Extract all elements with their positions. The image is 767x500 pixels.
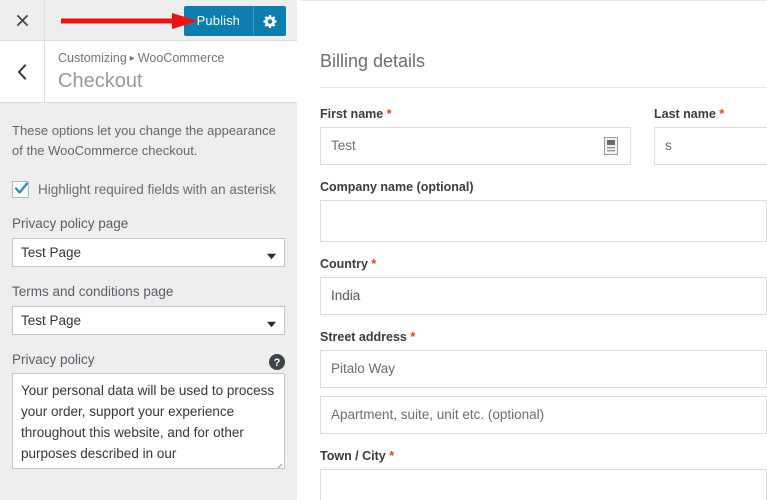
privacy-policy-label: Privacy policy	[12, 352, 95, 367]
red-arrow-annotation	[60, 12, 200, 30]
publish-settings-button[interactable]	[253, 6, 286, 36]
street-address-value: Pitalo Way	[331, 361, 396, 376]
first-name-group: First name * Test	[320, 106, 631, 165]
customizer-topbar: Publish	[0, 0, 297, 41]
privacy-policy-textarea-value: Your personal data will be used to proce…	[21, 383, 275, 468]
country-group: Country * India	[320, 256, 767, 315]
privacy-policy-label-row: Privacy policy ?	[12, 351, 285, 373]
town-city-label: Town / City *	[320, 449, 395, 463]
page-title: Checkout	[58, 70, 143, 92]
highlight-required-checkbox[interactable]	[12, 181, 29, 198]
privacy-policy-text-control: Privacy policy ? Your personal data will…	[12, 351, 285, 469]
terms-page-value: Test Page	[21, 313, 82, 328]
svg-text:?: ?	[274, 357, 281, 369]
company-name-field[interactable]	[320, 200, 767, 242]
breadcrumb-root: Customizing	[58, 51, 127, 65]
first-name-value: Test	[331, 138, 356, 153]
terms-page-label: Terms and conditions page	[12, 284, 174, 299]
town-city-group: Town / City *	[320, 448, 767, 500]
privacy-policy-page-label: Privacy policy page	[12, 216, 129, 231]
chevron-down-icon	[267, 316, 276, 328]
breadcrumb-section: WooCommerce	[137, 51, 225, 65]
address-line-2-field[interactable]: Apartment, suite, unit etc. (optional)	[320, 396, 767, 434]
breadcrumb-separator-icon: ▸	[129, 53, 135, 64]
panel-description: These options let you change the appeara…	[12, 123, 276, 158]
close-icon	[15, 13, 30, 28]
billing-details-heading: Billing details	[320, 51, 426, 71]
publish-button-group: Publish	[183, 6, 286, 36]
privacy-policy-page-select[interactable]: Test Page	[12, 238, 285, 267]
street-address-label: Street address *	[320, 330, 416, 344]
company-name-group: Company name (optional)	[320, 179, 767, 242]
street-address-group: Street address * Pitalo Way	[320, 329, 767, 388]
highlight-required-label: Highlight required fields with an asteri…	[38, 182, 276, 197]
last-name-label: Last name *	[654, 107, 725, 121]
country-label: Country *	[320, 257, 377, 271]
last-name-field[interactable]: s	[654, 127, 767, 165]
help-icon[interactable]: ?	[269, 354, 285, 370]
street-address-field[interactable]: Pitalo Way	[320, 350, 767, 388]
required-marker: *	[386, 107, 392, 121]
terms-page-select[interactable]: Test Page	[12, 306, 285, 335]
customizer-sidebar: Publish Customizing ▸ WooCommerce Checko…	[0, 0, 297, 500]
required-marker: *	[410, 330, 416, 344]
privacy-policy-page-value: Test Page	[21, 245, 82, 260]
autofill-icon[interactable]	[604, 137, 618, 155]
highlight-required-control[interactable]: Highlight required fields with an asteri…	[12, 180, 285, 199]
required-marker: *	[389, 449, 395, 463]
chevron-down-icon	[267, 248, 276, 260]
first-name-field[interactable]: Test	[320, 127, 631, 165]
required-marker: *	[719, 107, 725, 121]
customizer-controls: These options let you change the appeara…	[0, 103, 297, 469]
address-line-2-group: Apartment, suite, unit etc. (optional)	[320, 396, 767, 434]
last-name-group: Last name * s	[654, 106, 767, 165]
back-button[interactable]	[0, 41, 45, 102]
checkout-form: Billing details First name * Test Last n…	[300, 1, 767, 500]
required-marker: *	[371, 257, 377, 271]
privacy-policy-page-control: Privacy policy page Test Page	[12, 215, 285, 267]
breadcrumb: Customizing ▸ WooCommerce	[58, 50, 297, 67]
name-fields-row: First name * Test Last name * s	[320, 106, 767, 179]
company-name-label: Company name (optional)	[320, 180, 474, 194]
terms-page-control: Terms and conditions page Test Page	[12, 283, 285, 335]
close-customizer-button[interactable]	[0, 0, 45, 40]
chevron-left-icon	[16, 63, 28, 80]
town-city-field[interactable]	[320, 469, 767, 500]
site-preview-pane: Billing details First name * Test Last n…	[300, 0, 767, 500]
gear-icon	[262, 14, 278, 29]
first-name-label: First name *	[320, 107, 392, 121]
country-value: India	[331, 288, 361, 303]
country-field[interactable]: India	[320, 277, 767, 315]
last-name-value: s	[665, 138, 672, 153]
section-divider	[320, 87, 767, 88]
privacy-policy-textarea[interactable]: Your personal data will be used to proce…	[12, 373, 285, 469]
address-line-2-placeholder: Apartment, suite, unit etc. (optional)	[331, 407, 545, 422]
customizer-panel-header: Customizing ▸ WooCommerce Checkout	[0, 41, 297, 103]
resize-handle-icon[interactable]	[273, 457, 283, 468]
customizer-screen: Publish Customizing ▸ WooCommerce Checko…	[0, 0, 767, 500]
publish-button[interactable]: Publish	[183, 6, 253, 36]
